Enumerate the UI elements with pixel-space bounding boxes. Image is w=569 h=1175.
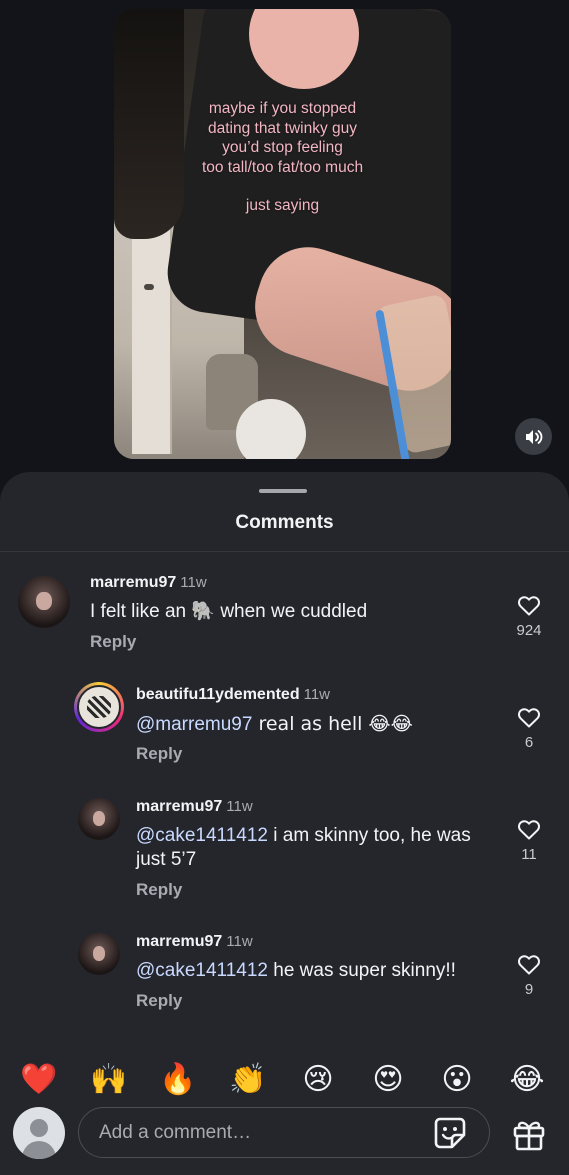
- like-count: 11: [521, 846, 537, 863]
- sound-toggle-button[interactable]: [515, 418, 552, 455]
- reply-button[interactable]: Reply: [136, 991, 182, 1011]
- reaction-fire[interactable]: 🔥: [158, 1059, 198, 1099]
- comment-body: I felt like an 🐘 when we cuddled: [90, 601, 368, 622]
- comment-username[interactable]: marremu97: [136, 798, 222, 815]
- mention-link[interactable]: @cake1411412: [136, 960, 268, 981]
- comment-text: @cake1411412 he was super skinny!!: [136, 959, 456, 983]
- reply-button[interactable]: Reply: [136, 744, 182, 764]
- speaker-icon: [525, 429, 542, 444]
- sticker-icon: [434, 1117, 466, 1149]
- sheet-drag-handle[interactable]: [259, 489, 307, 493]
- avatar[interactable]: [78, 798, 120, 840]
- reaction-surprised[interactable]: 😮: [437, 1059, 477, 1099]
- heart-icon: [518, 596, 540, 616]
- quick-reactions-bar: ❤️ 🙌 🔥 👏 😢 😍 😮 😂: [0, 1053, 569, 1105]
- comment-time: 11w: [226, 933, 253, 950]
- sticker-button[interactable]: [432, 1115, 468, 1151]
- comment-body: he was super skinny!!: [267, 960, 456, 981]
- comment-body-line2: just 5’7: [136, 849, 197, 870]
- like-button[interactable]: 11: [509, 818, 549, 863]
- heart-icon: [518, 708, 540, 728]
- current-user-avatar[interactable]: [13, 1107, 65, 1159]
- comment-composer: Add a comment…: [0, 1105, 569, 1175]
- comment-input[interactable]: Add a comment…: [78, 1107, 490, 1158]
- comment-meta: beautifu11ydemented 11w: [136, 686, 330, 704]
- video-door: [132, 214, 172, 454]
- mention-link[interactable]: @marremu97: [136, 714, 252, 735]
- gift-icon: [513, 1121, 545, 1151]
- overlay-line: too tall/too fat/too much: [201, 158, 364, 176]
- video-ball: [236, 399, 306, 459]
- reaction-heart-eyes[interactable]: 😍: [368, 1059, 408, 1099]
- reaction-crying[interactable]: 😢: [298, 1059, 338, 1099]
- video-caption-overlay: maybe if you stopped dating that twinky …: [114, 99, 451, 216]
- avatar[interactable]: [18, 576, 70, 628]
- comment-meta: marremu97 11w: [136, 798, 253, 816]
- avatar[interactable]: [74, 682, 124, 732]
- comment-meta: marremu97 11w: [136, 933, 253, 951]
- divider: [0, 551, 569, 552]
- like-count: 6: [524, 734, 534, 751]
- video-player[interactable]: maybe if you stopped dating that twinky …: [114, 9, 451, 459]
- avatar[interactable]: [78, 933, 120, 975]
- sheet-title: Comments: [235, 512, 334, 533]
- overlay-line: dating that twinky guy: [207, 119, 358, 137]
- overlay-line: you’d stop feeling: [222, 139, 343, 156]
- comment-time: 11w: [303, 686, 331, 703]
- comment-username[interactable]: marremu97: [136, 933, 222, 950]
- comment-meta: marremu97 11w: [90, 574, 207, 592]
- reply-button[interactable]: Reply: [90, 632, 136, 652]
- comment-body: i am skinny too, he was: [267, 825, 471, 846]
- comment-text: @cake1411412 i am skinny too, he was jus…: [136, 824, 496, 872]
- mention-link[interactable]: @cake1411412: [136, 825, 268, 846]
- comment-body: real as hell 😂😂: [252, 713, 413, 735]
- heart-icon: [518, 955, 540, 975]
- reaction-laughing[interactable]: 😂: [507, 1059, 547, 1099]
- comment-username[interactable]: marremu97: [90, 574, 176, 591]
- reaction-clap[interactable]: 👏: [228, 1059, 268, 1099]
- like-button[interactable]: 9: [509, 953, 549, 998]
- like-button[interactable]: 924: [509, 594, 549, 639]
- video-area: maybe if you stopped dating that twinky …: [0, 0, 569, 475]
- reaction-raised-hands[interactable]: 🙌: [89, 1059, 129, 1099]
- like-count: 9: [524, 981, 534, 998]
- comment-text: I felt like an 🐘 when we cuddled: [90, 600, 367, 624]
- overlay-line: just saying: [245, 197, 320, 214]
- gift-button[interactable]: [510, 1115, 548, 1153]
- like-count: 924: [516, 622, 542, 639]
- like-button[interactable]: 6: [509, 706, 549, 751]
- comment-time: 11w: [226, 798, 253, 815]
- comment-username[interactable]: beautifu11ydemented: [136, 686, 300, 703]
- video-door-knob: [144, 284, 154, 290]
- overlay-line: maybe if you stopped: [208, 100, 357, 117]
- heart-icon: [518, 820, 540, 840]
- comment-time: 11w: [180, 574, 207, 591]
- comment-text: @marremu97 real as hell 😂😂: [136, 712, 413, 737]
- reaction-heart[interactable]: ❤️: [19, 1059, 59, 1099]
- reply-button[interactable]: Reply: [136, 880, 182, 900]
